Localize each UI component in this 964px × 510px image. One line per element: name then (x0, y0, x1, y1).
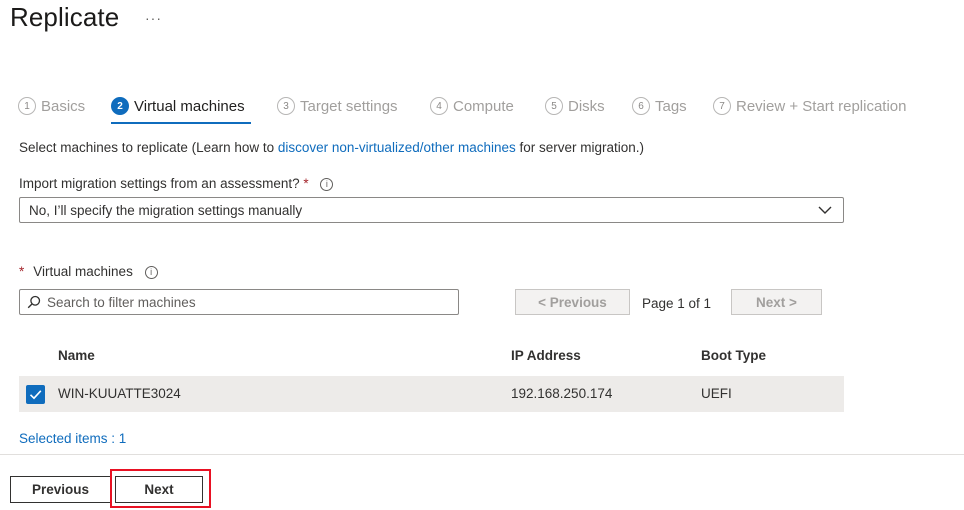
tab-virtual-machines[interactable]: 2 Virtual machines (111, 94, 245, 118)
tab-basics[interactable]: 1 Basics (18, 94, 85, 118)
step-number: 5 (545, 97, 563, 115)
cell-name: WIN-KUUATTE3024 (58, 386, 181, 401)
active-tab-indicator (111, 122, 251, 124)
step-number: 1 (18, 97, 36, 115)
column-header-boot-type[interactable]: Boot Type (701, 348, 766, 363)
step-label: Disks (568, 97, 605, 115)
footer-divider (0, 454, 964, 455)
required-marker: * (19, 264, 25, 279)
step-number: 3 (277, 97, 295, 115)
row-checkbox[interactable] (26, 385, 45, 404)
cell-ip-address: 192.168.250.174 (511, 386, 613, 401)
info-icon[interactable]: i (144, 266, 158, 279)
step-label: Basics (41, 97, 86, 115)
tab-disks[interactable]: 5 Disks (545, 94, 605, 118)
filter-machines-input[interactable]: Search to filter machines (19, 289, 459, 315)
step-number: 6 (632, 97, 650, 115)
info-icon[interactable]: i (320, 178, 334, 191)
step-label: Review + Start replication (736, 97, 907, 115)
step-number: 2 (111, 97, 129, 115)
step-label: Compute (453, 97, 514, 115)
import-settings-label: Import migration settings from an assess… (19, 176, 334, 191)
virtual-machines-label-text: Virtual machines (33, 264, 133, 279)
tab-compute[interactable]: 4 Compute (430, 94, 514, 118)
step-number: 7 (713, 97, 731, 115)
page-indicator: Page 1 of 1 (642, 296, 712, 311)
column-header-ip-address[interactable]: IP Address (511, 348, 581, 363)
dropdown-selected-value: No, I’ll specify the migration settings … (29, 203, 303, 218)
tab-tags[interactable]: 6 Tags (632, 94, 687, 118)
cell-boot-type: UEFI (701, 386, 732, 401)
next-button-highlight (110, 469, 211, 508)
previous-button[interactable]: Previous (10, 476, 111, 503)
virtual-machines-label: * Virtual machines i (19, 264, 158, 279)
previous-page-button[interactable]: < Previous (515, 289, 630, 315)
intro-text: Select machines to replicate (Learn how … (19, 140, 644, 155)
search-icon (27, 295, 41, 309)
page-title: Replicate (10, 2, 120, 32)
checkmark-icon (29, 390, 42, 400)
step-label: Target settings (300, 97, 398, 115)
required-marker: * (303, 176, 309, 191)
chevron-down-icon (818, 206, 832, 214)
more-options-button[interactable]: ··· (145, 10, 162, 26)
step-label: Tags (655, 97, 687, 115)
intro-prefix: Select machines to replicate (Learn how … (19, 140, 278, 155)
column-header-name[interactable]: Name (58, 348, 95, 363)
next-page-button[interactable]: Next > (731, 289, 822, 315)
discover-machines-link[interactable]: discover non-virtualized/other machines (278, 140, 516, 155)
tab-review-start-replication[interactable]: 7 Review + Start replication (713, 94, 907, 118)
table-row[interactable]: WIN-KUUATTE3024 192.168.250.174 UEFI (19, 376, 844, 412)
step-number: 4 (430, 97, 448, 115)
selected-items-link[interactable]: Selected items : 1 (19, 431, 126, 446)
import-settings-label-text: Import migration settings from an assess… (19, 176, 300, 191)
intro-suffix: for server migration.) (515, 140, 645, 155)
step-label: Virtual machines (134, 97, 245, 115)
search-placeholder: Search to filter machines (47, 295, 196, 310)
tab-target-settings[interactable]: 3 Target settings (277, 94, 398, 118)
import-settings-dropdown[interactable]: No, I’ll specify the migration settings … (19, 197, 844, 223)
